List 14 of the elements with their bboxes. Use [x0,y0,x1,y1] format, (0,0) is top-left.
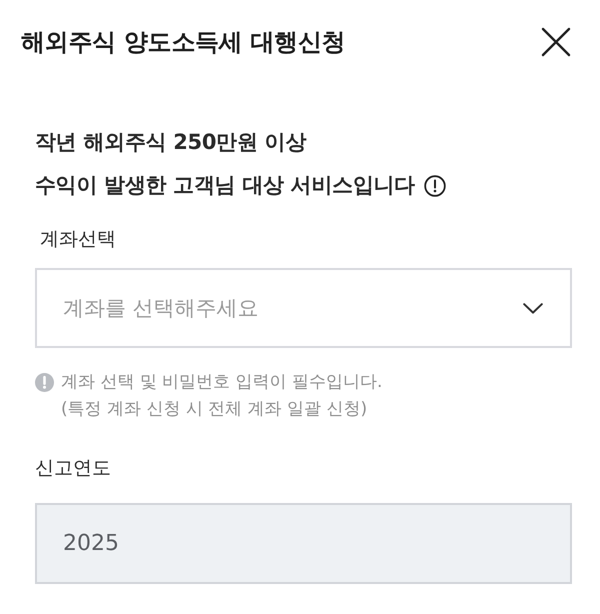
hint-text: 계좌 선택 및 비밀번호 입력이 필수입니다. [61,371,382,394]
dialog-title: 해외주식 양도소득세 대행신청 [21,27,346,58]
info-icon[interactable] [424,174,446,196]
hint-text: (특정 계좌 신청 시 전체 계좌 일괄 신청) [61,398,368,421]
chevron-down-icon [523,302,543,314]
close-icon [540,26,572,58]
exclamation-icon [35,373,54,392]
field-label: 신고연도 [35,456,112,481]
notice-text: 수익이 발생한 고객님 대상 서비스입니다 [35,172,415,199]
year-value: 2025 [63,531,119,556]
field-label: 계좌선택 [39,227,117,252]
notice-text: 작년 해외주식 250만원 이상 [35,129,308,156]
close-button[interactable] [540,26,572,58]
select-placeholder: 계좌를 선택해주세요 [63,295,259,322]
